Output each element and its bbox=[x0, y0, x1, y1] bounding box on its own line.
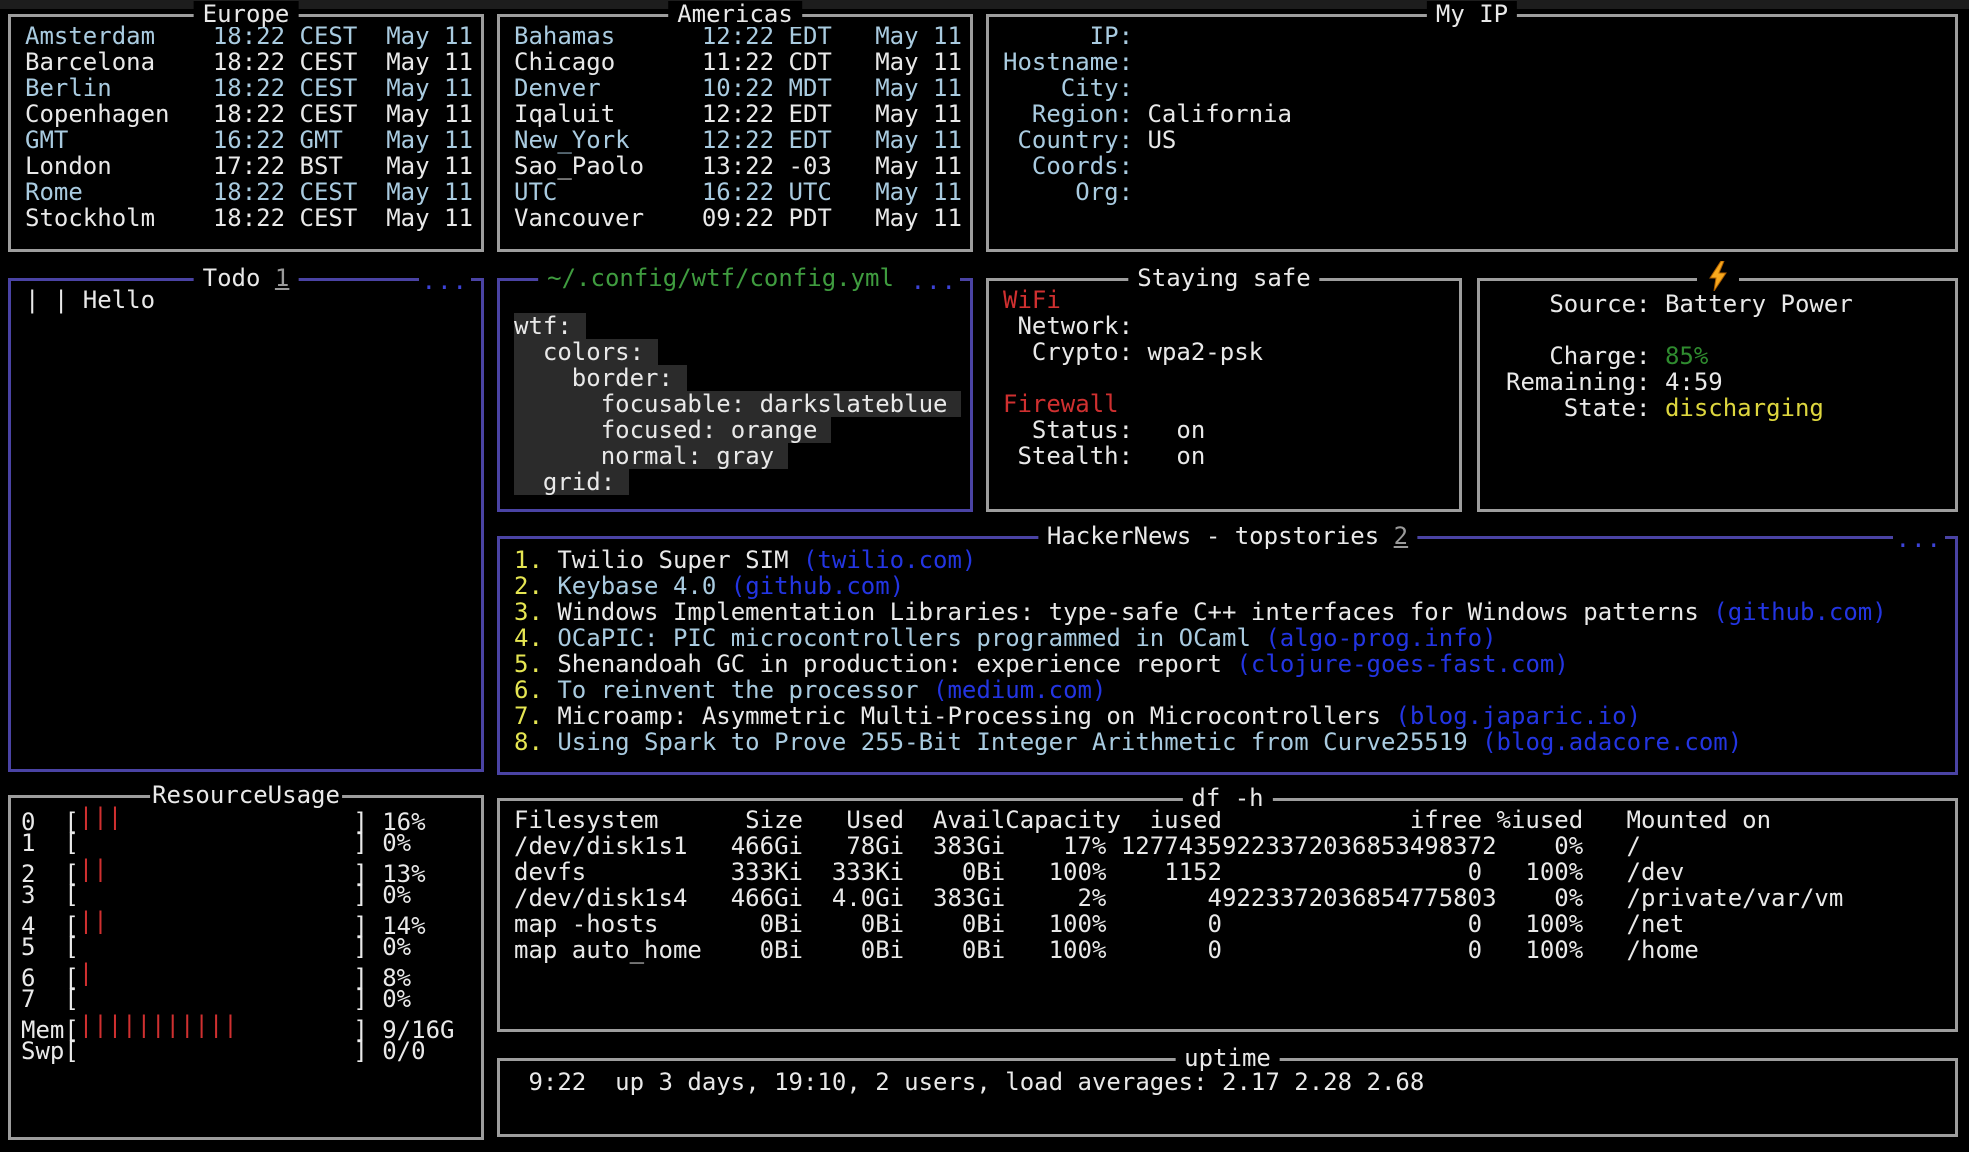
battery-source-row: Source: Battery Power bbox=[1506, 291, 1941, 317]
clock-row: Iqaluit12:22EDTMay 11 bbox=[514, 101, 956, 127]
panel-title-df: df -h bbox=[1182, 785, 1272, 811]
cpu-gauge: 7[] 0% bbox=[21, 986, 467, 1012]
memory-gauge: Mem[|||||||||||] 9/16G bbox=[21, 1012, 467, 1038]
battery-charge-row: Charge: 85% bbox=[1506, 343, 1941, 369]
panel-hackernews[interactable]: HackerNews - topstories 2 ... 1.Twilio S… bbox=[497, 536, 1958, 775]
more-indicator: ... bbox=[908, 268, 960, 294]
ip-row: Org: bbox=[1003, 179, 1941, 205]
config-line: grid: bbox=[514, 469, 956, 495]
panel-battery: Source: Battery Power Charge: 85% Remain… bbox=[1477, 278, 1958, 512]
cpu-gauge: 5[] 0% bbox=[21, 934, 467, 960]
panel-resource-usage: ResourceUsage 0[|||] 16% 1[] 0% 2[||] 13… bbox=[8, 795, 484, 1140]
panel-title-staying-safe: Staying safe bbox=[1128, 265, 1319, 291]
config-line: border: bbox=[514, 365, 956, 391]
df-row: map auto_home0Bi0Bi0Bi100%00100%/home bbox=[514, 937, 1941, 963]
hn-story[interactable]: 1.Twilio Super SIM (twilio.com) bbox=[514, 547, 1941, 573]
clock-row: New_York12:22EDTMay 11 bbox=[514, 127, 956, 153]
clock-row: Barcelona18:22CESTMay 11 bbox=[25, 49, 467, 75]
cpu-gauge: 4[||] 14% bbox=[21, 908, 467, 934]
wifi-crypto: Crypto: wpa2-psk bbox=[1003, 339, 1445, 365]
df-row: devfs333Ki333Ki0Bi100%11520100%/dev bbox=[514, 859, 1941, 885]
panel-staying-safe: Staying safe WiFi Network: Crypto: wpa2-… bbox=[986, 278, 1462, 512]
panel-title-my-ip: My IP bbox=[1427, 1, 1517, 27]
clock-row: Stockholm18:22CESTMay 11 bbox=[25, 205, 467, 231]
config-line: colors: bbox=[514, 339, 956, 365]
ip-row: Region: California bbox=[1003, 101, 1941, 127]
firewall-heading: Firewall bbox=[1003, 391, 1445, 417]
panel-df: df -h FilesystemSizeUsedAvailCapacityius… bbox=[497, 798, 1958, 1032]
clock-row: Sao_Paolo13:22-03May 11 bbox=[514, 153, 956, 179]
panel-title-config: ~/.config/wtf/config.yml 3 bbox=[538, 265, 932, 291]
hn-story[interactable]: 7.Microamp: Asymmetric Multi-Processing … bbox=[514, 703, 1941, 729]
clock-row: Copenhagen18:22CESTMay 11 bbox=[25, 101, 467, 127]
clock-row: London17:22BSTMay 11 bbox=[25, 153, 467, 179]
df-row: /dev/disk1s4466Gi4.0Gi383Gi2%49223372036… bbox=[514, 885, 1941, 911]
todo-page-number: 1 bbox=[275, 264, 289, 292]
clock-row: Rome18:22CESTMay 11 bbox=[25, 179, 467, 205]
lightning-bolt-icon bbox=[1697, 261, 1739, 291]
clock-row: GMT16:22GMTMay 11 bbox=[25, 127, 467, 153]
hn-story[interactable]: 5.Shenandoah GC in production: experienc… bbox=[514, 651, 1941, 677]
swap-gauge: Swp[] 0/0 bbox=[21, 1038, 467, 1064]
panel-config-yml[interactable]: ~/.config/wtf/config.yml 3 ... wtf: colo… bbox=[497, 278, 973, 512]
cpu-gauge: 6[|] 8% bbox=[21, 960, 467, 986]
cpu-gauge: 3[] 0% bbox=[21, 882, 467, 908]
panel-todo[interactable]: Todo 1 ... | | Hello bbox=[8, 278, 484, 772]
df-row: map -hosts0Bi0Bi0Bi100%00100%/net bbox=[514, 911, 1941, 937]
hn-story[interactable]: 6.To reinvent the processor (medium.com) bbox=[514, 677, 1941, 703]
more-indicator: ... bbox=[419, 268, 471, 294]
panel-title-hackernews: HackerNews - topstories 2 bbox=[1038, 523, 1417, 549]
hackernews-page-number: 2 bbox=[1394, 522, 1408, 550]
hn-story[interactable]: 4.OCaPIC: PIC microcontrollers programme… bbox=[514, 625, 1941, 651]
panel-uptime: uptime 9:22 up 3 days, 19:10, 2 users, l… bbox=[497, 1058, 1958, 1137]
battery-remaining-row: Remaining: 4:59 bbox=[1506, 369, 1941, 395]
ip-row: Country: US bbox=[1003, 127, 1941, 153]
ip-row: Coords: bbox=[1003, 153, 1941, 179]
panel-title-todo: Todo 1 bbox=[194, 265, 299, 291]
panel-title-resource-usage: ResourceUsage bbox=[150, 782, 342, 808]
firewall-status: Status: on bbox=[1003, 417, 1445, 443]
cpu-gauge: 2[||] 13% bbox=[21, 856, 467, 882]
firewall-stealth: Stealth: on bbox=[1003, 443, 1445, 469]
hn-story[interactable]: 2.Keybase 4.0 (github.com) bbox=[514, 573, 1941, 599]
config-line: focusable: darkslateblue bbox=[514, 391, 956, 417]
config-line: normal: gray bbox=[514, 443, 956, 469]
hn-story[interactable]: 3.Windows Implementation Libraries: type… bbox=[514, 599, 1941, 625]
cpu-gauge: 1[] 0% bbox=[21, 830, 467, 856]
ip-row: City: bbox=[1003, 75, 1941, 101]
panel-clocks-americas: Americas Bahamas12:22EDTMay 11 Chicago11… bbox=[497, 14, 973, 252]
battery-state-row: State: discharging bbox=[1506, 395, 1941, 421]
clock-row: Chicago11:22CDTMay 11 bbox=[514, 49, 956, 75]
clock-row: Berlin18:22CESTMay 11 bbox=[25, 75, 467, 101]
clock-row: UTC16:22UTCMay 11 bbox=[514, 179, 956, 205]
panel-my-ip: My IP IP: Hostname: City: Region: Califo… bbox=[986, 14, 1958, 252]
ip-row: Hostname: bbox=[1003, 49, 1941, 75]
panel-title-uptime: uptime bbox=[1175, 1045, 1280, 1071]
config-line: focused: orange bbox=[514, 417, 956, 443]
clock-row: Vancouver09:22PDTMay 11 bbox=[514, 205, 956, 231]
panel-clocks-europe: Europe Amsterdam18:22CESTMay 11 Barcelon… bbox=[8, 14, 484, 252]
more-indicator: ... bbox=[1893, 526, 1945, 552]
hn-story[interactable]: 8.Using Spark to Prove 255-Bit Integer A… bbox=[514, 729, 1941, 755]
clock-row: Denver10:22MDTMay 11 bbox=[514, 75, 956, 101]
df-row: /dev/disk1s1466Gi78Gi383Gi17%12774359223… bbox=[514, 833, 1941, 859]
wifi-network: Network: bbox=[1003, 313, 1445, 339]
config-line: wtf: bbox=[514, 313, 956, 339]
uptime-text: 9:22 up 3 days, 19:10, 2 users, load ave… bbox=[514, 1069, 1941, 1095]
panel-title-americas: Americas bbox=[668, 1, 802, 27]
panel-title-europe: Europe bbox=[194, 1, 299, 27]
